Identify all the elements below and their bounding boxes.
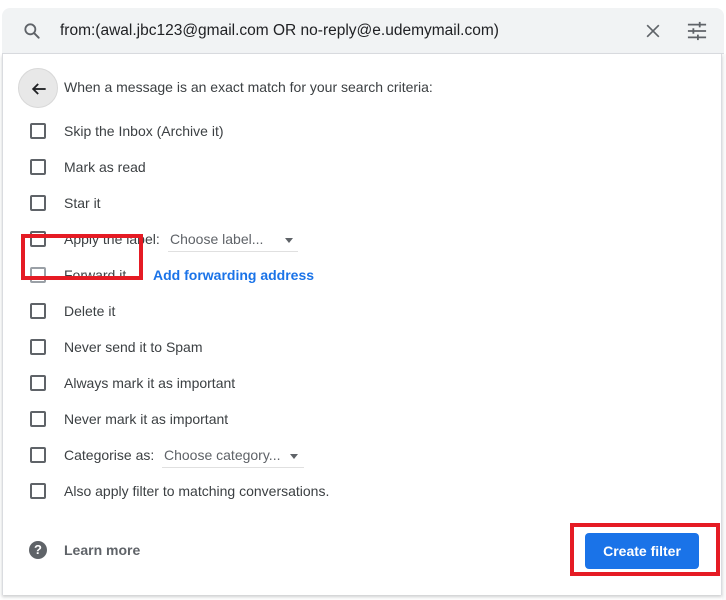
option-label: Always mark it as important — [64, 375, 236, 391]
option-label: Categorise as: — [64, 447, 155, 463]
criteria-heading: When a message is an exact match for you… — [64, 79, 433, 95]
background-strip — [722, 54, 726, 600]
option-apply-to-matching: Also apply filter to matching conversati… — [3, 479, 703, 503]
category-select[interactable]: Choose category... — [162, 446, 304, 468]
option-label: Never mark it as important — [64, 411, 229, 427]
option-never-important: Never mark it as important — [3, 407, 703, 431]
label-select-value: Choose label... — [170, 231, 264, 247]
dropdown-caret-icon — [290, 454, 298, 459]
checkbox-always-important[interactable] — [30, 375, 46, 391]
create-filter-button[interactable]: Create filter — [585, 533, 699, 569]
option-label: Also apply filter to matching conversati… — [64, 483, 330, 499]
option-star-it: Star it — [3, 191, 703, 215]
option-mark-as-read: Mark as read — [3, 155, 703, 179]
option-always-important: Always mark it as important — [3, 371, 703, 395]
option-skip-inbox: Skip the Inbox (Archive it) — [3, 119, 703, 143]
label-select[interactable]: Choose label... — [168, 230, 298, 252]
arrow-back-icon — [31, 83, 46, 95]
dropdown-caret-icon — [285, 238, 293, 243]
option-never-spam: Never send it to Spam — [3, 335, 703, 359]
category-select-value: Choose category... — [164, 447, 281, 463]
filter-options-panel: When a message is an exact match for you… — [2, 54, 722, 595]
learn-more-link[interactable]: Learn more — [64, 542, 140, 558]
checkbox-skip-inbox[interactable] — [30, 123, 46, 139]
checkbox-never-important[interactable] — [30, 411, 46, 427]
close-icon[interactable] — [643, 21, 663, 41]
search-bar: from:(awal.jbc123@gmail.com OR no-reply@… — [2, 8, 724, 54]
add-forwarding-address-link[interactable]: Add forwarding address — [153, 267, 314, 283]
checkbox-apply-to-matching[interactable] — [30, 483, 46, 499]
checkbox-mark-as-read[interactable] — [30, 159, 46, 175]
option-label: Never send it to Spam — [64, 339, 203, 355]
checkbox-delete-it[interactable] — [30, 303, 46, 319]
option-categorise: Categorise as: Choose category... — [3, 443, 703, 468]
delete-it-highlight-annotation — [21, 234, 143, 280]
tune-icon[interactable] — [686, 21, 708, 41]
checkbox-categorise[interactable] — [30, 447, 46, 463]
option-label: Mark as read — [64, 159, 146, 175]
help-icon: ? — [29, 541, 47, 559]
search-icon[interactable] — [22, 21, 42, 41]
option-label: Delete it — [64, 303, 116, 319]
option-delete-it: Delete it — [3, 299, 703, 323]
checkbox-star-it[interactable] — [30, 195, 46, 211]
option-label: Skip the Inbox (Archive it) — [64, 123, 224, 139]
option-label: Star it — [64, 195, 101, 211]
checkbox-never-spam[interactable] — [30, 339, 46, 355]
search-input[interactable]: from:(awal.jbc123@gmail.com OR no-reply@… — [60, 22, 499, 40]
back-button[interactable] — [18, 68, 58, 108]
